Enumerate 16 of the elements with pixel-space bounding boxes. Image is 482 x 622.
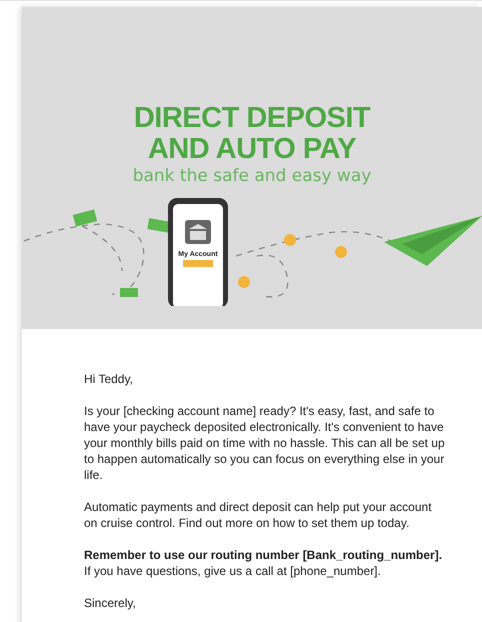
body-paragraph: Automatic payments and direct deposit can help put your account on cruise control. Find out more on how to set them up today. bbox=[84, 499, 433, 531]
money-bill-icon bbox=[72, 209, 98, 227]
money-bill-icon bbox=[120, 288, 138, 297]
coin-icon bbox=[335, 246, 347, 258]
coin-icon bbox=[238, 276, 250, 288]
routing-reminder-text: Remember to use our routing number [Bank_routing_number]. bbox=[84, 547, 444, 563]
greeting-text: Hi Teddy, bbox=[84, 371, 134, 387]
coin-icon bbox=[284, 234, 296, 246]
paper-plane-icon bbox=[384, 216, 482, 266]
money-bill-icon bbox=[147, 218, 171, 233]
banner-headline: DIRECT DEPOSIT bbox=[134, 103, 370, 134]
banner-headline: AND AUTO PAY bbox=[146, 134, 358, 165]
closing-text: Sincerely, bbox=[84, 595, 137, 611]
body-paragraph: Is your [checking account name] ready? It's easy, fast, and safe to have your paycheck deposited electronically. It's convenient to have your monthly bills paid on time with no hassle. This can all be set up to happen automatically so you can focus on everything else in your life. bbox=[84, 403, 446, 483]
contact-text: If you have questions, give us a call at [phone_number]. bbox=[84, 563, 382, 579]
banner-tagline: bank the safe and easy way bbox=[132, 166, 372, 186]
